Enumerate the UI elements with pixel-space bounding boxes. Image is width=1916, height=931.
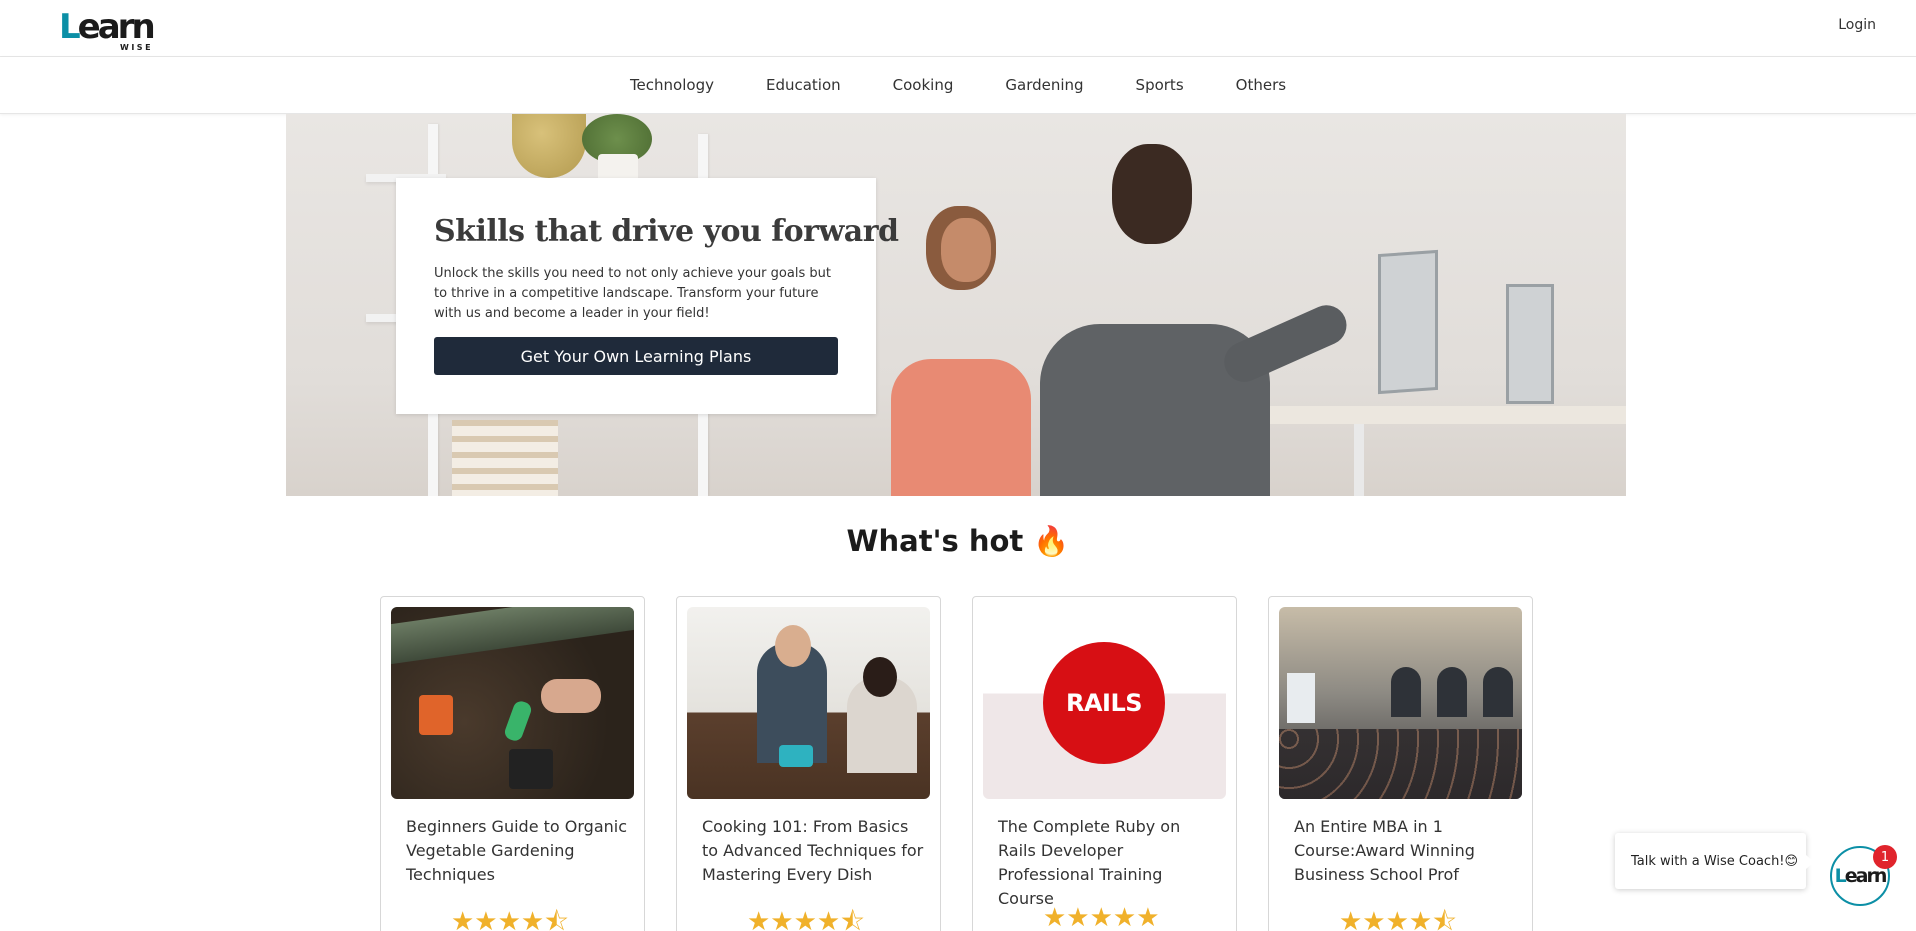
course-title[interactable]: Beginners Guide to Organic Vegetable Gar… bbox=[406, 815, 631, 887]
course-card-rails[interactable]: RAILS The Complete Ruby on Rails Develop… bbox=[972, 596, 1237, 931]
learnwise-logo[interactable]: Learn WISE bbox=[59, 10, 159, 54]
course-card-gardening[interactable]: Beginners Guide to Organic Vegetable Gar… bbox=[380, 596, 645, 931]
course-title[interactable]: The Complete Ruby on Rails Developer Pro… bbox=[998, 815, 1223, 911]
course-image[interactable] bbox=[1279, 607, 1522, 799]
top-header: Learn WISE Login bbox=[0, 0, 1916, 57]
rating-stars: ★★★★⯪ bbox=[1339, 907, 1457, 931]
nav-item-sports[interactable]: Sports bbox=[1136, 76, 1184, 94]
hero-title: Skills that drive you forward bbox=[434, 214, 899, 249]
nav-item-technology[interactable]: Technology bbox=[630, 76, 714, 94]
course-card-cooking[interactable]: Cooking 101: From Basics to Advanced Tec… bbox=[676, 596, 941, 931]
nav-item-cooking[interactable]: Cooking bbox=[893, 76, 954, 94]
whats-hot-heading: What's hot 🔥 bbox=[846, 524, 1070, 558]
nav-item-gardening[interactable]: Gardening bbox=[1005, 76, 1083, 94]
notification-badge: 1 bbox=[1873, 845, 1897, 869]
rails-logo: RAILS bbox=[1043, 642, 1165, 764]
category-nav: Technology Education Cooking Gardening S… bbox=[0, 57, 1916, 114]
course-title[interactable]: An Entire MBA in 1 Course:Award Winning … bbox=[1294, 815, 1519, 887]
rating-stars: ★★★★⯪ bbox=[747, 907, 865, 931]
bubble-tail bbox=[1806, 855, 1814, 869]
login-link[interactable]: Login bbox=[1838, 17, 1876, 33]
course-title[interactable]: Cooking 101: From Basics to Advanced Tec… bbox=[702, 815, 927, 887]
course-image[interactable]: RAILS bbox=[983, 607, 1226, 799]
rating-stars: ★★★★⯪ bbox=[451, 907, 569, 931]
chat-prompt-bubble[interactable]: Talk with a Wise Coach!😊 bbox=[1615, 833, 1814, 889]
learning-plans-button[interactable]: Get Your Own Learning Plans bbox=[434, 337, 838, 375]
hero-banner: Skills that drive you forward Unlock the… bbox=[286, 114, 1626, 496]
logo-wordmark: Learn bbox=[59, 7, 156, 47]
nav-item-education[interactable]: Education bbox=[766, 76, 841, 94]
hero-description: Unlock the skills you need to not only a… bbox=[434, 266, 831, 321]
rating-stars: ★★★★★ bbox=[1043, 903, 1160, 931]
logo-subtext: WISE bbox=[120, 43, 154, 52]
course-card-mba[interactable]: An Entire MBA in 1 Course:Award Winning … bbox=[1268, 596, 1533, 931]
course-image[interactable] bbox=[687, 607, 930, 799]
hero-card: Skills that drive you forward Unlock the… bbox=[396, 178, 899, 414]
chat-logo-icon: Learn bbox=[1834, 865, 1888, 887]
chat-prompt-text: Talk with a Wise Coach!😊 bbox=[1631, 853, 1799, 869]
course-image[interactable] bbox=[391, 607, 634, 799]
nav-item-others[interactable]: Others bbox=[1236, 76, 1286, 94]
